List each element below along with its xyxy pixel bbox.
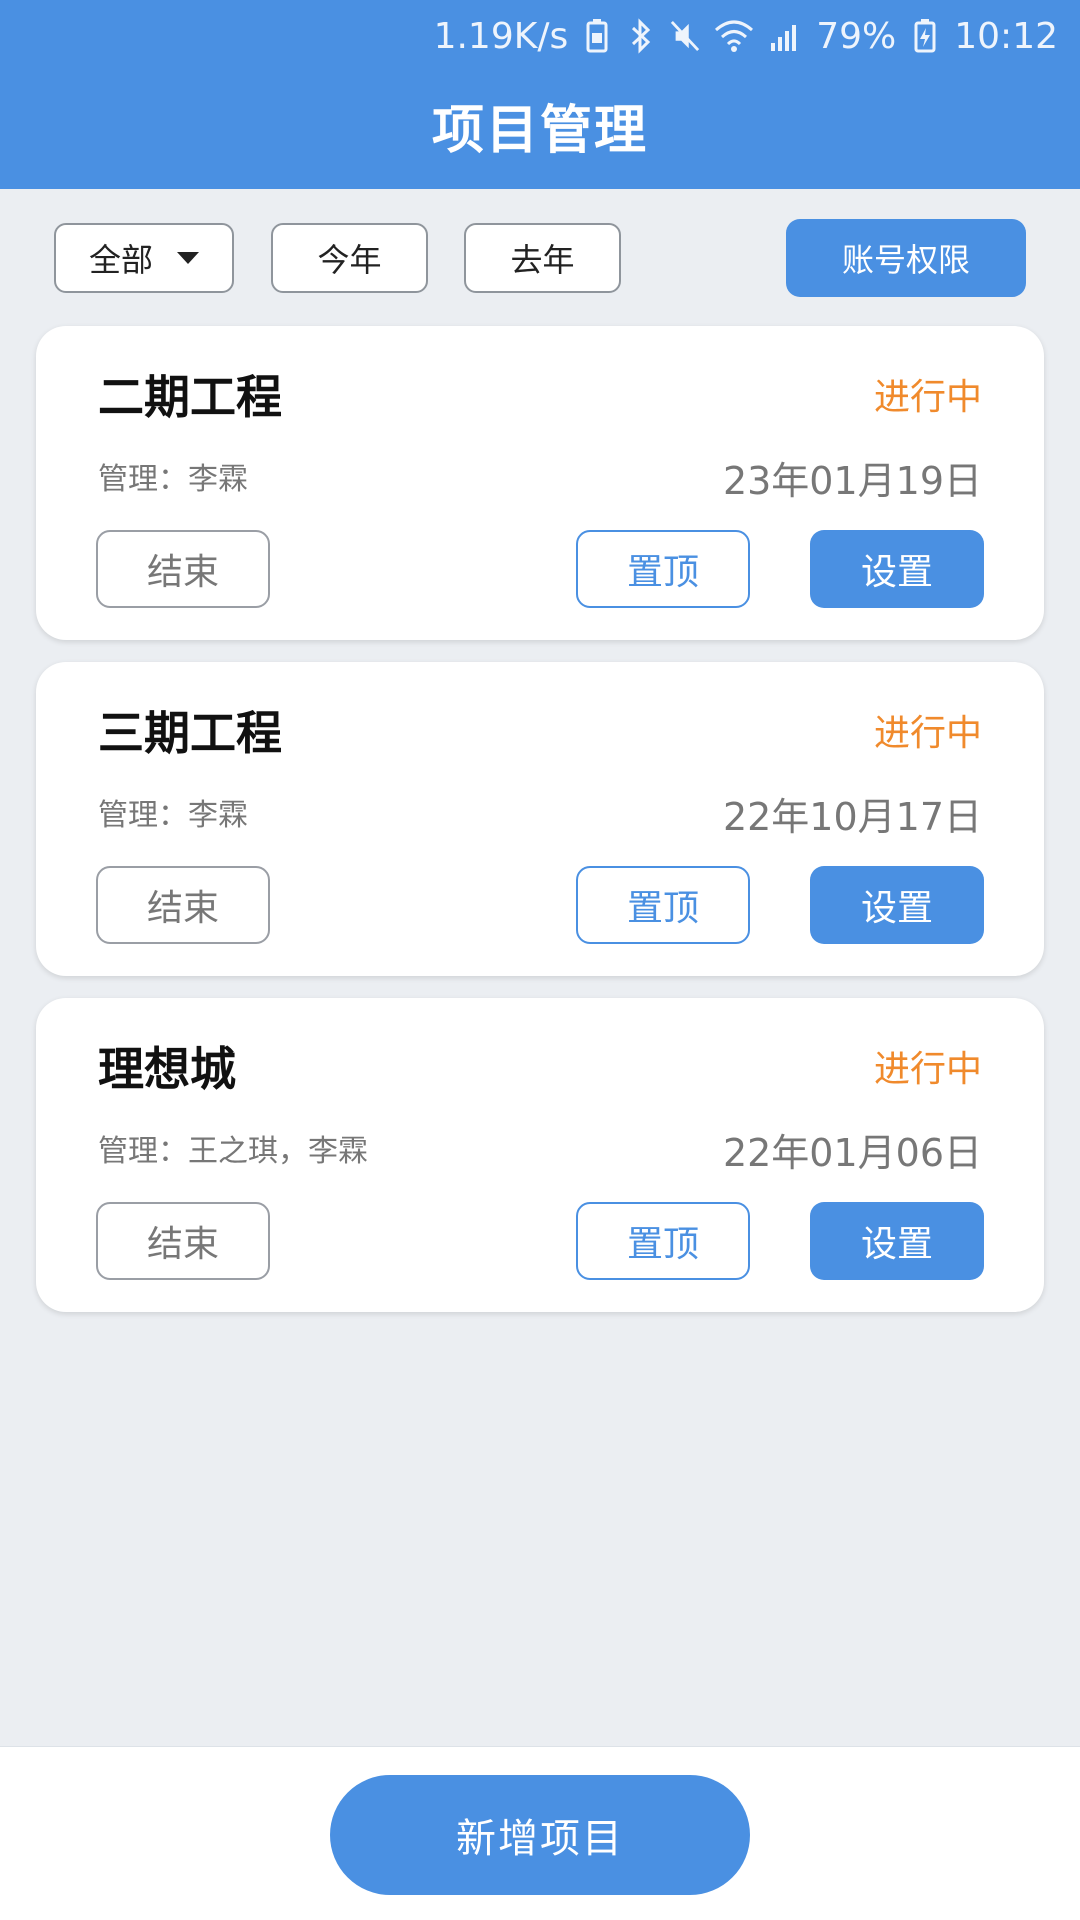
filter-all-label: 全部 bbox=[88, 241, 153, 279]
project-date: 22年01月06日 bbox=[722, 1131, 982, 1175]
page-title: 项目管理 bbox=[431, 101, 648, 161]
settings-button[interactable]: 设置 bbox=[810, 866, 984, 944]
pin-button[interactable]: 置顶 bbox=[576, 1202, 750, 1280]
project-status: 进行中 bbox=[873, 377, 982, 418]
clock: 10:12 bbox=[954, 15, 1058, 57]
project-date: 23年01月19日 bbox=[722, 459, 982, 503]
status-bar: 1.19K/s 79% 10:12 bbox=[434, 10, 1058, 62]
wifi-icon bbox=[714, 16, 754, 56]
project-status: 进行中 bbox=[873, 713, 982, 754]
project-name: 理想城 bbox=[98, 1042, 236, 1096]
project-name: 三期工程 bbox=[98, 706, 282, 760]
project-name: 二期工程 bbox=[98, 370, 282, 424]
end-button[interactable]: 结束 bbox=[96, 530, 270, 608]
project-card: 理想城 进行中 管理：王之琪，李霖 22年01月06日 结束 置顶 设置 bbox=[36, 998, 1044, 1312]
project-manager: 管理：李霖 bbox=[98, 462, 248, 497]
project-status: 进行中 bbox=[873, 1049, 982, 1090]
battery-charging-icon bbox=[910, 16, 940, 56]
bluetooth-icon bbox=[626, 16, 656, 56]
add-project-button[interactable]: 新增项目 bbox=[330, 1775, 750, 1895]
project-manager: 管理：李霖 bbox=[98, 798, 248, 833]
settings-button[interactable]: 设置 bbox=[810, 1202, 984, 1280]
filter-last-year-button[interactable]: 去年 bbox=[464, 223, 621, 293]
battery-percent: 79% bbox=[816, 15, 897, 57]
pin-button[interactable]: 置顶 bbox=[576, 866, 750, 944]
network-speed: 1.19K/s bbox=[433, 15, 569, 57]
filter-this-year-button[interactable]: 今年 bbox=[271, 223, 428, 293]
mute-icon bbox=[670, 16, 700, 56]
end-button[interactable]: 结束 bbox=[96, 1202, 270, 1280]
project-manager: 管理：王之琪，李霖 bbox=[98, 1134, 368, 1169]
bottom-bar: 新增项目 bbox=[0, 1746, 1080, 1920]
caret-down-icon bbox=[177, 252, 199, 264]
project-card: 二期工程 进行中 管理：李霖 23年01月19日 结束 置顶 设置 bbox=[36, 326, 1044, 640]
signal-icon bbox=[768, 16, 802, 56]
end-button[interactable]: 结束 bbox=[96, 866, 270, 944]
project-card: 三期工程 进行中 管理：李霖 22年10月17日 结束 置顶 设置 bbox=[36, 662, 1044, 976]
battery-saver-icon bbox=[582, 16, 612, 56]
filter-all-dropdown[interactable]: 全部 bbox=[54, 223, 234, 293]
settings-button[interactable]: 设置 bbox=[810, 530, 984, 608]
project-date: 22年10月17日 bbox=[722, 795, 982, 839]
account-permissions-button[interactable]: 账号权限 bbox=[786, 219, 1026, 297]
pin-button[interactable]: 置顶 bbox=[576, 530, 750, 608]
app-header: 1.19K/s 79% 10:12 项目管理 bbox=[0, 0, 1080, 189]
